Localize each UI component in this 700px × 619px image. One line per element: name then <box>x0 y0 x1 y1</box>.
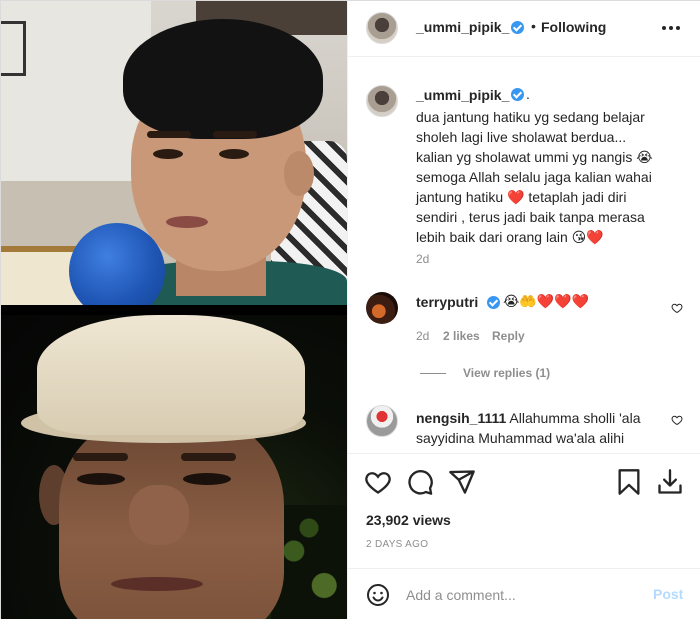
reply-button[interactable]: Reply <box>492 329 525 343</box>
like-comment-heart-icon[interactable] <box>671 414 683 426</box>
caption-timestamp[interactable]: 2d <box>416 252 429 266</box>
post-comment-button[interactable]: Post <box>653 586 683 602</box>
live-pane-bottom <box>1 315 347 619</box>
view-count[interactable]: 23,902 views <box>366 512 451 528</box>
comment-username[interactable]: nengsih_1111 <box>416 410 506 426</box>
caption-avatar[interactable] <box>366 85 398 117</box>
caption-suffix: . <box>526 86 530 102</box>
live-pane-top <box>1 1 347 305</box>
comment-body: nengsih_1111 Allahumma sholli 'ala sayyi… <box>416 408 656 448</box>
comment-icon[interactable] <box>406 468 434 496</box>
following-button[interactable]: Following <box>541 19 606 35</box>
heart-icon[interactable] <box>364 468 392 496</box>
author-username[interactable]: _ummi_pipik_ <box>416 19 509 35</box>
replies-line <box>420 373 446 374</box>
comment-input[interactable] <box>406 583 646 607</box>
more-options-icon[interactable] <box>658 15 684 41</box>
comment-username[interactable]: terryputri <box>416 294 478 310</box>
save-icon[interactable] <box>615 468 643 496</box>
comment-timestamp[interactable]: 2d <box>416 329 429 343</box>
post-dialog: _ummi_pipik_ • Following _ummi_pipik_ . … <box>0 0 700 619</box>
comments-list[interactable]: _ummi_pipik_ . dua jantung hatiku yg sed… <box>348 58 700 453</box>
like-comment-heart-icon[interactable] <box>671 302 683 314</box>
add-comment-bar: Post <box>348 568 700 619</box>
download-icon[interactable] <box>656 468 684 496</box>
post-date[interactable]: 2 DAYS AGO <box>366 539 428 550</box>
separator-dot: • <box>531 18 536 34</box>
view-replies-button[interactable]: View replies (1) <box>463 366 550 380</box>
verified-badge-icon <box>511 21 524 34</box>
caption-username[interactable]: _ummi_pipik_ <box>416 87 509 103</box>
post-header: _ummi_pipik_ • Following <box>348 1 700 57</box>
comment-likes[interactable]: 2 likes <box>443 329 480 343</box>
post-media-video[interactable] <box>1 1 347 619</box>
commenter-avatar[interactable] <box>366 405 398 437</box>
post-side-panel: _ummi_pipik_ • Following _ummi_pipik_ . … <box>347 1 700 619</box>
commenter-avatar[interactable] <box>366 292 398 324</box>
verified-badge-icon <box>511 88 524 101</box>
cap <box>37 315 305 435</box>
comment-text: 😭🤲❤️❤️❤️ <box>503 293 590 309</box>
author-avatar[interactable] <box>366 12 398 44</box>
emoji-icon[interactable] <box>366 583 390 607</box>
post-actions: 23,902 views 2 DAYS AGO <box>348 453 700 568</box>
caption-text: dua jantung hatiku yg sedang belajar sho… <box>416 109 653 245</box>
share-icon[interactable] <box>448 468 476 496</box>
verified-badge-icon <box>487 296 500 309</box>
